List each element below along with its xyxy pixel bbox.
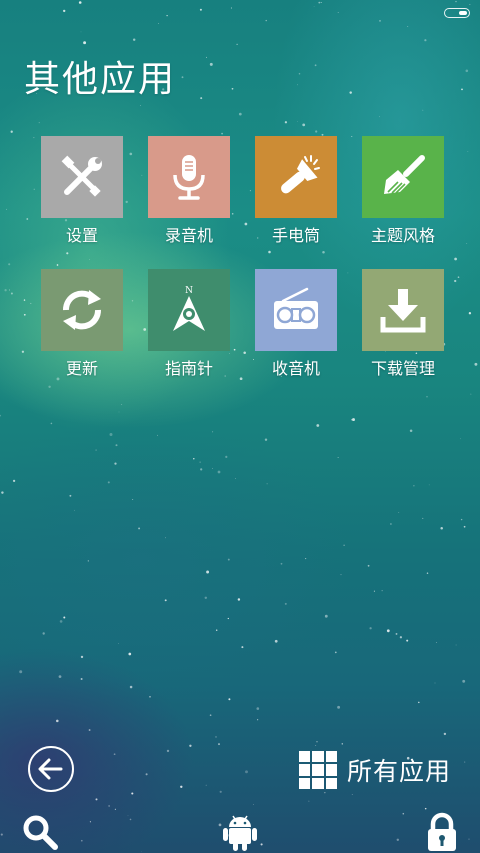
settings-tools-icon [61,155,102,197]
app-tile-theme-box[interactable] [362,136,444,218]
app-label: 指南针 [164,359,213,378]
app-label: 手电筒 [271,226,320,245]
app-tile-downloads[interactable]: 下载管理 [362,269,444,379]
refresh-icon [62,290,102,330]
app-tile-settings-box[interactable] [41,136,123,218]
battery-level [459,10,467,15]
app-label: 收音机 [271,359,320,378]
app-tile-theme[interactable]: 主题风格 [362,136,444,246]
app-tile-recorder[interactable]: 录音机 [148,136,230,246]
all-apps-button[interactable]: 所有应用 [299,750,451,790]
search-icon [23,815,58,850]
app-tile-update-box[interactable] [41,269,123,351]
starfield-background [0,0,478,853]
app-tile-radio[interactable]: 收音机 [255,269,337,379]
app-tile-settings[interactable]: 设置 [41,136,123,246]
app-label: 主题风格 [370,226,435,245]
radio-icon [274,287,318,329]
app-label: 更新 [65,359,98,378]
search-button[interactable] [20,812,60,852]
microphone-icon [173,155,205,200]
app-label: 录音机 [164,226,213,245]
all-apps-label: 所有应用 [347,757,452,786]
app-tile-flashlight[interactable]: 手电筒 [255,136,337,246]
battery-icon [444,8,470,18]
lock-button[interactable] [422,812,462,852]
app-label: 设置 [65,226,98,245]
grid-icon [299,751,337,789]
svg-text:N: N [185,286,193,296]
flashlight-icon [281,155,320,194]
app-tile-recorder-box[interactable] [148,136,230,218]
app-tile-radio-box[interactable] [255,269,337,351]
page-title: 其他应用 [24,59,177,100]
back-button[interactable] [28,746,74,792]
download-icon [380,289,426,333]
compass-icon: N [173,286,205,331]
app-label: 下载管理 [370,359,435,378]
android-icon [223,815,257,851]
app-tile-downloads-box[interactable] [362,269,444,351]
app-tile-flashlight-box[interactable] [255,136,337,218]
app-tile-update[interactable]: 更新 [41,269,123,379]
android-button[interactable] [220,812,260,852]
lock-icon [428,812,456,851]
app-tile-compass[interactable]: N 指南针 [148,269,230,379]
back-arrow-icon [38,758,63,780]
brush-icon [384,155,425,194]
home-screen: 其他应用 设置 录音机 手电筒 主题风格 更新 N 指南针 收音机 下载管理 所… [0,0,480,853]
app-tile-compass-box[interactable]: N [148,269,230,351]
